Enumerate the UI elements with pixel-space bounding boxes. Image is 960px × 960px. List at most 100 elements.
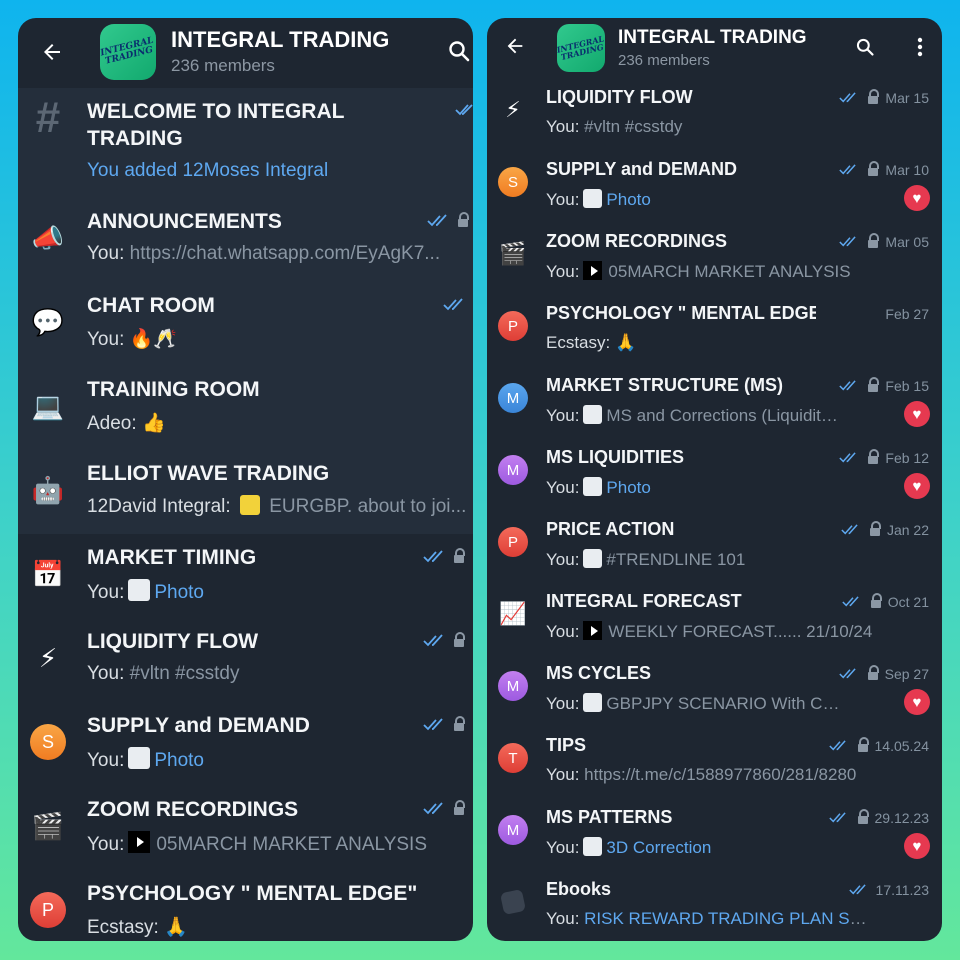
double-check-icon	[443, 298, 469, 312]
message-date: Oct 21	[887, 594, 929, 610]
topic-row[interactable]: ⚡ LIQUIDITY FLOW Mar 15 You: #vltn #csstdy	[487, 76, 942, 148]
topic-title: INTEGRAL FORECAST	[546, 591, 742, 611]
letter-s-avatar: S	[30, 724, 66, 760]
double-check-icon	[839, 452, 857, 463]
chart-increasing-icon: 📈	[499, 601, 527, 626]
speech-bubble-icon: 💬	[31, 307, 65, 337]
message-date: 29.12.23	[874, 810, 930, 826]
photo-thumbnail	[583, 405, 603, 424]
double-check-icon	[839, 92, 857, 103]
topic-row-elliot-wave[interactable]: 🤖 ELLIOT WAVE TRADING 12David Integral: …	[18, 450, 473, 534]
double-check-icon	[828, 812, 846, 823]
lock-icon	[454, 715, 465, 731]
topic-row[interactable]: P PSYCHOLOGY " MENTAL EDGE" Feb 27 Ecstasy:…	[487, 292, 942, 364]
heart-reaction-icon[interactable]: ♥	[904, 833, 930, 859]
topic-row-market-timing[interactable]: 📅 MARKET TIMING You: Photo	[18, 534, 473, 618]
message-meta: Feb 27	[885, 306, 929, 322]
lock-icon	[870, 592, 882, 608]
more-options-icon[interactable]	[907, 34, 933, 60]
topic-row[interactable]: M MS PATTERNS 29.12.23 You: 3D Correction ♥	[487, 796, 942, 868]
letter-s-avatar: S	[497, 166, 529, 198]
letter-p-avatar: P	[497, 526, 529, 558]
double-check-icon	[841, 524, 858, 535]
clapper-board-icon: 🎬	[31, 811, 65, 841]
group-avatar[interactable]: INTEGRAL TRADING	[100, 24, 156, 80]
message-meta: Mar 10	[839, 160, 929, 178]
topic-title: MARKET TIMING	[87, 546, 257, 569]
avatar-logo-text: INTEGRAL TRADING	[557, 33, 605, 63]
topic-row[interactable]: 📈 INTEGRAL FORECAST Oct 21 You: WEEKLY FOREC…	[487, 580, 942, 652]
topic-row-liquidity-flow[interactable]: ⚡ LIQUIDITY FLOW You: #vltn #csstdy	[18, 618, 473, 702]
topic-row[interactable]: Ebooks 17.11.23 You: RISK REWARD TRADING P…	[487, 868, 942, 940]
heart-reaction-icon[interactable]: ♥	[904, 185, 930, 211]
lock-icon	[857, 736, 869, 752]
topic-row[interactable]: T TIPS 14.05.24 You: https://t.me/c/1588977…	[487, 724, 942, 796]
topic-row[interactable]: M MARKET STRUCTURE (MS) Feb 15 You: MS and C…	[487, 364, 942, 436]
lock-icon	[868, 160, 880, 176]
topic-row-training-room[interactable]: 💻 TRAINING ROOM Adeo: 👍	[18, 366, 473, 450]
double-check-icon	[839, 236, 857, 247]
letter-p-avatar: P	[30, 892, 66, 928]
megaphone-icon: 📣	[31, 223, 65, 253]
last-message: You: RISK REWARD TRADING PLAN SAMPLE...	[546, 909, 876, 928]
last-message: You: Photo	[87, 747, 417, 772]
laptop-icon: 💻	[31, 391, 65, 421]
heart-reaction-icon[interactable]: ♥	[904, 473, 930, 499]
last-message: You: #vltn #csstdy	[546, 117, 683, 136]
search-icon[interactable]	[444, 36, 473, 66]
topic-title: MS LIQUIDITIES	[546, 447, 685, 467]
double-check-icon	[427, 214, 447, 227]
lock-icon	[868, 88, 880, 104]
last-message: You: https://t.me/c/1588977860/281/8280	[546, 765, 857, 784]
topic-row-psychology[interactable]: P PSYCHOLOGY " MENTAL EDGE" Ecstasy: 🙏	[18, 870, 473, 941]
search-icon[interactable]	[852, 34, 878, 60]
calendar-icon: 📅	[31, 559, 65, 589]
topic-row[interactable]: 🎬 ZOOM RECORDINGS Mar 05 You: 05MARCH MARKET…	[487, 220, 942, 292]
message-meta: Feb 15	[839, 376, 929, 394]
topic-row-welcome[interactable]: # WELCOME TO INTEGRAL TRADING You added …	[18, 88, 473, 198]
message-date: Sep 27	[884, 666, 929, 682]
heart-reaction-icon[interactable]: ♥	[904, 401, 930, 427]
message-date: Feb 12	[885, 450, 929, 466]
message-meta: Jan 22	[841, 520, 929, 538]
photo-thumbnail	[583, 477, 603, 496]
photo-thumbnail	[583, 837, 603, 856]
read-status	[423, 715, 465, 732]
video-thumbnail	[583, 621, 603, 640]
topic-row[interactable]: M MS CYCLES Sep 27 You: GBPJPY SCENARIO With…	[487, 652, 942, 724]
topic-row-chat-room[interactable]: 💬 CHAT ROOM You: 🔥🥂	[18, 282, 473, 366]
last-message: You: 🔥🥂	[87, 329, 177, 350]
letter-p-avatar: P	[497, 310, 529, 342]
topic-row[interactable]: S SUPPLY and DEMAND Mar 10 You: Photo ♥	[487, 148, 942, 220]
read-status	[423, 631, 465, 648]
right-chat-screen: INTEGRAL TRADING INTEGRAL TRADING 236 mem…	[487, 18, 942, 941]
message-meta: Sep 27	[838, 664, 929, 682]
topic-title: SUPPLY and DEMAND	[87, 714, 310, 737]
last-message: You: 05MARCH MARKET ANALYSIS	[87, 831, 427, 856]
topic-row-zoom-recordings[interactable]: 🎬 ZOOM RECORDINGS You: 05MARCH MARKET ANA…	[18, 786, 473, 870]
topic-title: LIQUIDITY FLOW	[87, 630, 259, 653]
last-message: You: https://chat.whatsapp.com/EyAgK7...	[87, 243, 441, 264]
last-message: 12David Integral: EURGBP. about to joi..…	[87, 495, 467, 517]
letter-m-avatar: M	[497, 670, 529, 702]
topic-row[interactable]: M MS LIQUIDITIES Feb 12 You: Photo ♥	[487, 436, 942, 508]
video-thumbnail	[128, 831, 151, 853]
back-arrow-icon[interactable]	[36, 36, 68, 68]
lock-icon	[867, 664, 879, 680]
message-meta: 29.12.23	[828, 808, 930, 826]
group-title[interactable]: INTEGRAL TRADING	[171, 27, 389, 53]
topic-title: MS PATTERNS	[546, 807, 673, 827]
message-date: Mar 05	[885, 234, 929, 250]
group-avatar[interactable]: INTEGRAL TRADING	[557, 24, 605, 72]
read-status	[423, 547, 465, 564]
lock-icon	[868, 376, 880, 392]
topic-row[interactable]: P PRICE ACTION Jan 22 You: #TRENDLINE 101	[487, 508, 942, 580]
group-title[interactable]: INTEGRAL TRADING	[618, 27, 807, 49]
topic-row-announcements[interactable]: 📣 ANNOUNCEMENTS You: https://chat.whatsa…	[18, 198, 473, 282]
topic-row-supply-demand[interactable]: S SUPPLY and DEMAND You: Photo	[18, 702, 473, 786]
back-arrow-icon[interactable]	[501, 32, 529, 60]
double-check-icon	[848, 884, 866, 895]
heart-reaction-icon[interactable]: ♥	[904, 689, 930, 715]
letter-m-avatar: M	[497, 382, 529, 414]
topic-title: Ebooks	[546, 879, 612, 899]
